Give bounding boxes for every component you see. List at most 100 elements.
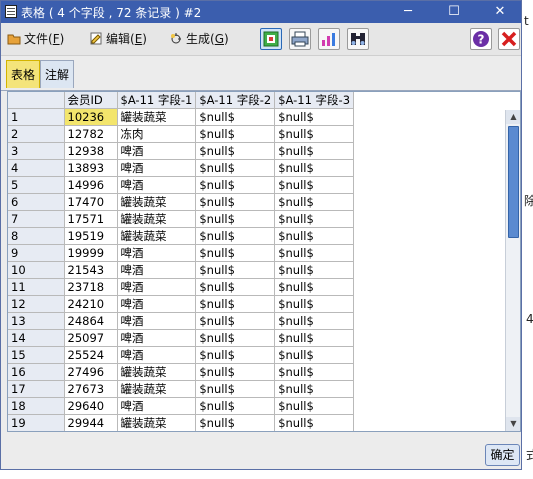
table-cell[interactable]: $null$ [274, 295, 355, 313]
table-view-button[interactable] [260, 28, 282, 50]
table-cell[interactable]: $null$ [195, 159, 276, 177]
table-cell[interactable]: 17470 [64, 193, 118, 211]
table-cell[interactable]: 啤酒 [117, 278, 197, 296]
table-cell[interactable]: $null$ [274, 108, 355, 126]
ok-button[interactable]: 确定 [485, 444, 520, 466]
table-cell[interactable]: 10236 [64, 108, 118, 126]
table-cell[interactable]: $null$ [274, 312, 355, 330]
table-cell[interactable]: $null$ [195, 210, 276, 228]
table-row[interactable]: 6 17470 罐装蔬菜 $null$ $null$ [8, 193, 355, 211]
data-table-panel[interactable]: 会员ID $A-11 字段-1 $A-11 字段-2 $A-11 字段-3 11… [7, 91, 521, 432]
table-cell[interactable]: 17571 [64, 210, 118, 228]
table-cell[interactable]: 啤酒 [117, 244, 197, 262]
table-cell[interactable]: 罐装蔬菜 [117, 193, 197, 211]
table-cell[interactable]: 啤酒 [117, 295, 197, 313]
table-cell[interactable]: $null$ [195, 380, 276, 398]
table-row[interactable]: 8 19519 罐装蔬菜 $null$ $null$ [8, 227, 355, 245]
table-cell[interactable]: $null$ [274, 261, 355, 279]
table-row[interactable]: 13 24864 啤酒 $null$ $null$ [8, 312, 355, 330]
table-cell[interactable]: $null$ [195, 312, 276, 330]
table-cell[interactable]: $null$ [275, 432, 354, 433]
table-cell[interactable]: $null$ [274, 380, 355, 398]
header-field-3[interactable]: $A-11 字段-3 [274, 92, 355, 109]
table-cell[interactable]: 冻肉 [117, 125, 197, 143]
menu-generate[interactable]: 生成(G) [169, 30, 229, 48]
table-cell[interactable]: 啤酒 [117, 142, 197, 160]
title-bar[interactable]: 表格 ( 4 个字段 , 72 条记录 ) #2 ─ ☐ ✕ [1, 1, 521, 23]
table-row[interactable]: 7 17571 罐装蔬菜 $null$ $null$ [8, 210, 355, 228]
table-cell[interactable]: $null$ [195, 193, 276, 211]
close-button[interactable]: ✕ [477, 1, 523, 23]
table-row[interactable]: 2032160罐装蔬菜$null$$null$ [8, 432, 354, 433]
table-cell[interactable]: 27673 [64, 380, 118, 398]
table-cell[interactable]: $null$ [195, 108, 276, 126]
table-cell[interactable]: 24210 [64, 295, 118, 313]
table-cell[interactable]: $null$ [274, 346, 355, 364]
table-cell[interactable]: $null$ [274, 176, 355, 194]
header-field-2[interactable]: $A-11 字段-2 [195, 92, 276, 109]
print-button[interactable] [289, 28, 311, 50]
table-cell[interactable]: $null$ [195, 244, 276, 262]
table-cell[interactable]: 啤酒 [117, 329, 197, 347]
table-cell[interactable]: 啤酒 [117, 312, 197, 330]
table-cell[interactable]: 罐装蔬菜 [117, 108, 197, 126]
table-row[interactable]: 9 19999 啤酒 $null$ $null$ [8, 244, 355, 262]
table-cell[interactable]: 12938 [64, 142, 118, 160]
table-cell[interactable]: $null$ [274, 278, 355, 296]
find-button[interactable] [347, 28, 369, 50]
table-cell[interactable]: $null$ [195, 142, 276, 160]
table-row[interactable]: 4 13893 啤酒 $null$ $null$ [8, 159, 355, 177]
table-cell[interactable]: $null$ [195, 397, 276, 415]
table-cell[interactable]: 罐装蔬菜 [117, 227, 197, 245]
table-cell[interactable]: $null$ [274, 363, 355, 381]
table-row[interactable]: 14 25097 啤酒 $null$ $null$ [8, 329, 355, 347]
table-cell[interactable]: 14996 [64, 176, 118, 194]
header-member-id[interactable]: 会员ID [64, 92, 118, 109]
table-row[interactable]: 1 10236 罐装蔬菜 $null$ $null$ [8, 108, 355, 126]
table-cell[interactable]: 24864 [64, 312, 118, 330]
scroll-down-icon[interactable]: ▼ [506, 417, 520, 431]
table-cell[interactable]: 罐装蔬菜 [117, 210, 197, 228]
table-cell[interactable]: $null$ [195, 329, 276, 347]
table-row[interactable]: 15 25524 啤酒 $null$ $null$ [8, 346, 355, 364]
table-cell[interactable]: $null$ [195, 414, 276, 431]
table-cell[interactable]: 29640 [64, 397, 118, 415]
table-cell[interactable]: 25524 [64, 346, 118, 364]
table-cell[interactable]: $null$ [274, 329, 355, 347]
table-cell[interactable]: $null$ [274, 125, 355, 143]
table-cell[interactable]: $null$ [195, 176, 276, 194]
table-row[interactable]: 5 14996 啤酒 $null$ $null$ [8, 176, 355, 194]
table-cell[interactable]: $null$ [195, 227, 276, 245]
table-cell[interactable]: $null$ [274, 414, 355, 431]
table-cell[interactable]: 13893 [64, 159, 118, 177]
maximize-button[interactable]: ☐ [431, 1, 477, 23]
table-row[interactable]: 18 29640 啤酒 $null$ $null$ [8, 397, 355, 415]
table-cell[interactable]: $null$ [274, 142, 355, 160]
table-row[interactable]: 2 12782 冻肉 $null$ $null$ [8, 125, 355, 143]
table-cell[interactable]: 罐装蔬菜 [117, 432, 196, 433]
table-row[interactable]: 19 29944 罐装蔬菜 $null$ $null$ [8, 414, 355, 431]
table-cell[interactable]: 19999 [64, 244, 118, 262]
tab-annotations[interactable]: 注解 [40, 60, 75, 88]
table-cell[interactable]: 罐装蔬菜 [117, 414, 197, 431]
menu-file[interactable]: 文件(F) [7, 30, 64, 48]
table-cell[interactable]: 19519 [64, 227, 118, 245]
table-row[interactable]: 17 27673 罐装蔬菜 $null$ $null$ [8, 380, 355, 398]
table-cell[interactable]: $null$ [196, 432, 275, 433]
table-cell[interactable]: 12782 [64, 125, 118, 143]
help-button[interactable]: ? [470, 28, 492, 50]
table-cell[interactable]: 啤酒 [117, 261, 197, 279]
table-row[interactable]: 12 24210 啤酒 $null$ $null$ [8, 295, 355, 313]
table-cell[interactable]: 21543 [64, 261, 118, 279]
table-row[interactable]: 3 12938 啤酒 $null$ $null$ [8, 142, 355, 160]
table-cell[interactable]: 27496 [64, 363, 118, 381]
table-cell[interactable]: $null$ [274, 193, 355, 211]
tab-table[interactable]: 表格 [6, 60, 41, 88]
close-panel-button[interactable] [498, 28, 520, 50]
vertical-scrollbar[interactable]: ▲ ▼ [505, 110, 520, 431]
table-cell[interactable]: $null$ [274, 227, 355, 245]
table-cell[interactable]: 啤酒 [117, 176, 197, 194]
table-row[interactable]: 16 27496 罐装蔬菜 $null$ $null$ [8, 363, 355, 381]
minimize-button[interactable]: ─ [385, 1, 431, 23]
table-cell[interactable]: $null$ [274, 397, 355, 415]
